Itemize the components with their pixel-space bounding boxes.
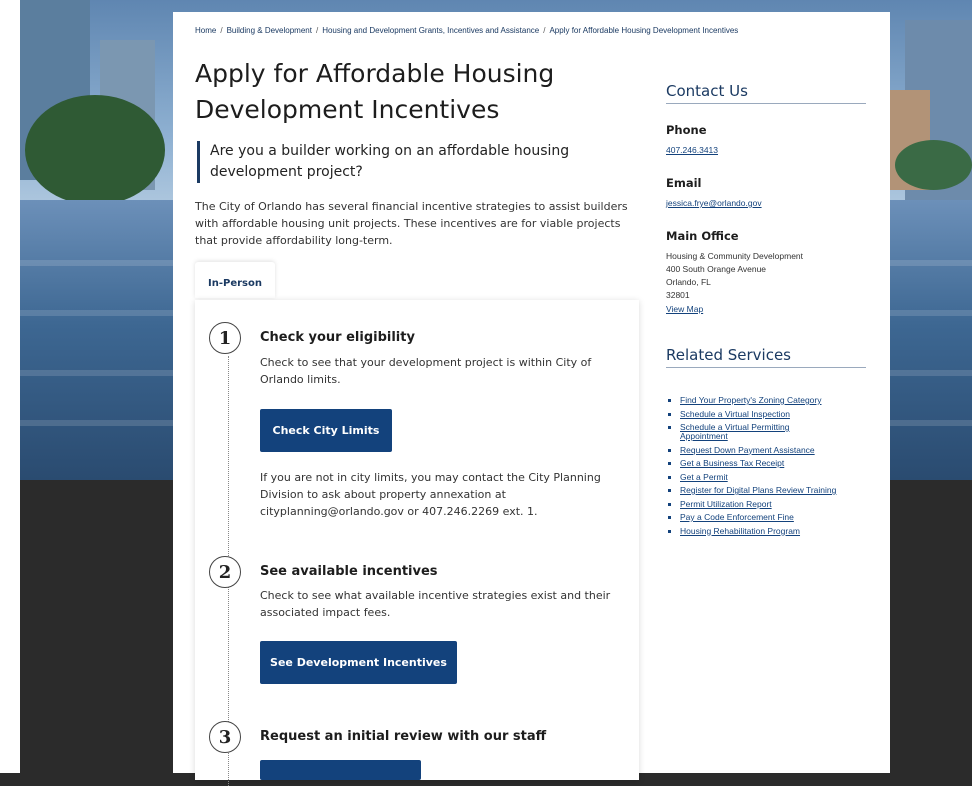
related-item[interactable]: Housing Rehabilitation Program — [680, 526, 890, 536]
related-item[interactable]: Schedule a Virtual Inspection — [680, 409, 890, 419]
related-item[interactable]: Permit Utilization Report — [680, 499, 890, 509]
main-content-card: Home / Building & Development / Housing and … — [173, 12, 890, 786]
breadcrumb-housing-grants[interactable]: Housing and Development Grants, Incentiv… — [322, 26, 539, 35]
step-note-1: If you are not in city limits, you may c… — [260, 471, 601, 518]
email-label: Email — [666, 176, 702, 190]
office-address: Housing & Community Development 400 Sout… — [666, 251, 804, 300]
breadcrumb: Home / Building & Development / Housing and … — [195, 26, 739, 35]
step-text-1: Check to see that your development proje… — [260, 356, 592, 386]
related-item[interactable]: Register for Digital Plans Review Traini… — [680, 486, 890, 495]
related-item[interactable]: Pay a Code Enforcement Fine — [680, 513, 890, 522]
breadcrumb-home[interactable]: Home — [195, 26, 216, 35]
contact-heading: Contact Us — [666, 82, 866, 104]
step-title-1: Check your eligibility — [260, 330, 415, 345]
related-item[interactable]: Schedule a Virtual Permitting Appointmen… — [680, 423, 830, 441]
see-development-incentives-button[interactable]: See Development Incentives — [260, 641, 457, 684]
step-number-3: 3 — [209, 721, 241, 753]
related-heading: Related Services — [666, 346, 866, 368]
view-map-link[interactable]: View Map — [666, 304, 703, 314]
steps-panel: 1 Check your eligibility Check to see th… — [195, 300, 639, 786]
breadcrumb-current-page[interactable]: Apply for Affordable Housing Development… — [549, 26, 738, 35]
breadcrumb-building-development[interactable]: Building & Development — [227, 26, 312, 35]
step-title-2: See available incentives — [260, 564, 438, 579]
step-title-3: Request an initial review with our staff — [260, 729, 547, 744]
step-3-button[interactable] — [260, 760, 421, 780]
related-item[interactable]: Get a Permit — [680, 472, 890, 482]
related-item[interactable]: Request Down Payment Assistance — [680, 445, 890, 455]
email-link[interactable]: jessica.frye@orlando.gov — [666, 198, 762, 208]
phone-label: Phone — [666, 123, 707, 137]
related-item[interactable]: Find Your Property's Zoning Category — [680, 396, 890, 405]
related-list: Find Your Property's Zoning Category Sch… — [666, 396, 890, 540]
step-text-2: Check to see what available incentive st… — [260, 589, 611, 619]
tab-in-person[interactable]: In-Person — [195, 262, 275, 298]
step-number-1: 1 — [209, 322, 241, 354]
page-question: Are you a builder working on an affordab… — [197, 141, 610, 183]
page-intro: The City of Orlando has several financia… — [195, 200, 628, 247]
phone-link[interactable]: 407.246.3413 — [666, 145, 718, 155]
contact-sidebar: Contact Us Phone 407.246.3413 Email jess… — [666, 82, 866, 314]
check-city-limits-button[interactable]: Check City Limits — [260, 409, 392, 452]
related-services: Related Services Find Your Property's Zo… — [666, 346, 866, 535]
main-office-label: Main Office — [666, 229, 739, 243]
page-title: Apply for Affordable Housing Development… — [195, 59, 555, 124]
step-number-2: 2 — [209, 556, 241, 588]
related-item[interactable]: Get a Business Tax Receipt — [680, 459, 890, 468]
